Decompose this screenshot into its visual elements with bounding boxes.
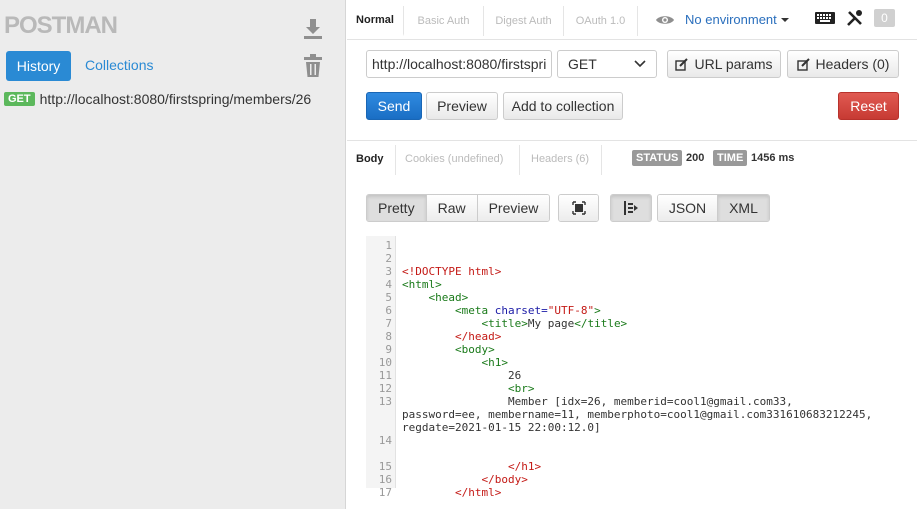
method-select[interactable]: GET — [557, 50, 657, 78]
line-number: 16 — [378, 473, 392, 486]
history-item[interactable]: GET http://localhost:8080/firstspring/me… — [4, 91, 311, 107]
line-number: 2 — [385, 252, 392, 265]
line-number: 15 — [378, 460, 392, 473]
app-logo: POSTMAN — [4, 12, 118, 39]
code-line: <title>My page</title> — [481, 317, 628, 330]
code-line: 26 — [402, 369, 522, 382]
line-number: 1 — [385, 239, 392, 252]
sidebar: POSTMAN History Collections GET http://l… — [0, 0, 346, 509]
tab-basic-auth[interactable]: Basic Auth — [404, 6, 484, 36]
line-number: 10 — [378, 356, 392, 369]
headers-button[interactable]: Headers (0) — [787, 50, 899, 78]
code-line: </body> — [481, 473, 528, 486]
code-line: <br> — [507, 382, 535, 395]
headers-label: Headers (0) — [815, 56, 890, 72]
format-group: JSON XML — [657, 194, 770, 222]
format-json-button[interactable]: JSON — [658, 195, 718, 221]
status-value: 200 — [686, 152, 705, 164]
fullscreen-icon — [571, 201, 586, 215]
notification-badge[interactable]: 0 — [874, 9, 895, 27]
line-number: 7 — [385, 317, 392, 330]
edit-icon — [675, 57, 689, 71]
reset-button[interactable]: Reset — [838, 92, 899, 120]
divider — [347, 140, 917, 141]
line-number: 6 — [385, 304, 392, 317]
line-number: 14 — [378, 434, 392, 447]
line-number: 11 — [378, 369, 392, 382]
code-line: <html> — [402, 278, 442, 291]
code-line: <body> — [454, 343, 495, 356]
tab-body[interactable]: Body — [356, 153, 384, 165]
divider — [395, 145, 396, 175]
environment-label: No environment — [685, 12, 777, 27]
postman-app: POSTMAN History Collections GET http://l… — [0, 0, 917, 509]
fullscreen-button[interactable] — [559, 195, 598, 221]
caret-down-icon — [780, 17, 789, 22]
auth-tabs: Normal Basic Auth Digest Auth OAuth 1.0 … — [347, 0, 917, 40]
divider — [519, 145, 520, 175]
code-line: </head> — [454, 330, 502, 343]
toolbar-icons — [814, 9, 864, 27]
response-code-viewer[interactable]: 1 2 3 <!DOCTYPE html> 4 <html> 5 <head> 6 <meta… — [366, 236, 917, 499]
format-xml-button[interactable]: XML — [718, 195, 769, 221]
view-pretty-button[interactable]: Pretty — [367, 195, 427, 221]
environment-selector[interactable]: No environment — [655, 12, 790, 27]
tab-collections[interactable]: Collections — [85, 57, 153, 73]
code-line: </html> — [454, 486, 502, 499]
line-number: 3 — [385, 265, 392, 278]
line-number: 5 — [385, 291, 392, 304]
wrench-icon[interactable] — [846, 9, 864, 27]
tab-digest-auth[interactable]: Digest Auth — [484, 6, 564, 36]
fullscreen-group — [558, 194, 599, 222]
line-number: 17 — [378, 486, 392, 499]
line-number: 9 — [385, 343, 392, 356]
line-number: 12 — [378, 382, 392, 395]
wrap-lines-icon — [624, 201, 638, 215]
add-to-collection-button[interactable]: Add to collection — [503, 92, 623, 120]
code-line: password=ee, membername=11, memberphoto=… — [402, 408, 873, 421]
method-value: GET — [568, 56, 597, 72]
eye-icon — [656, 15, 674, 24]
url-params-button[interactable]: URL params — [667, 50, 781, 78]
tab-cookies[interactable]: Cookies (undefined) — [405, 153, 503, 165]
code-line: <meta charset="UTF-8"> — [454, 304, 601, 317]
code-line: <h1> — [481, 356, 508, 369]
keyboard-icon[interactable] — [814, 10, 836, 26]
view-preview-button[interactable]: Preview — [477, 195, 550, 221]
time-value: 1456 ms — [751, 152, 795, 164]
tab-normal[interactable]: Normal — [347, 6, 404, 36]
line-number: 13 — [378, 395, 392, 408]
line-number: 4 — [385, 278, 392, 291]
wrap-group — [610, 194, 652, 222]
view-raw-button[interactable]: Raw — [426, 195, 478, 221]
method-badge: GET — [4, 92, 35, 106]
code-line: Member [idx=26, memberid=cool1@gmail.com… — [402, 395, 793, 408]
tab-history[interactable]: History — [6, 51, 71, 81]
url-params-label: URL params — [694, 56, 773, 72]
chevron-down-icon — [634, 60, 646, 68]
preview-button[interactable]: Preview — [426, 92, 498, 120]
main-panel: Normal Basic Auth Digest Auth OAuth 1.0 … — [347, 0, 917, 509]
view-mode-group: Pretty Raw Preview — [366, 194, 551, 222]
code-line: regdate=2021-01-15 22:00:12.0] — [402, 421, 601, 434]
code-line: <head> — [428, 291, 469, 304]
time-label: TIME — [713, 150, 748, 166]
wrap-lines-button[interactable] — [611, 195, 651, 221]
edit-icon — [796, 57, 810, 71]
trash-icon[interactable] — [302, 54, 324, 78]
line-number: 8 — [385, 330, 392, 343]
status-label: STATUS — [632, 150, 683, 166]
tab-oauth[interactable]: OAuth 1.0 — [564, 6, 638, 36]
code-line: </h1> — [507, 460, 542, 473]
history-url: http://localhost:8080/firstspring/member… — [39, 91, 312, 107]
divider — [601, 145, 602, 175]
send-button[interactable]: Send — [366, 92, 422, 120]
code-line: <!DOCTYPE html> — [402, 265, 502, 278]
download-icon[interactable] — [302, 17, 324, 41]
tab-headers[interactable]: Headers (6) — [531, 153, 589, 165]
divider — [347, 39, 917, 40]
url-input[interactable] — [366, 50, 552, 78]
